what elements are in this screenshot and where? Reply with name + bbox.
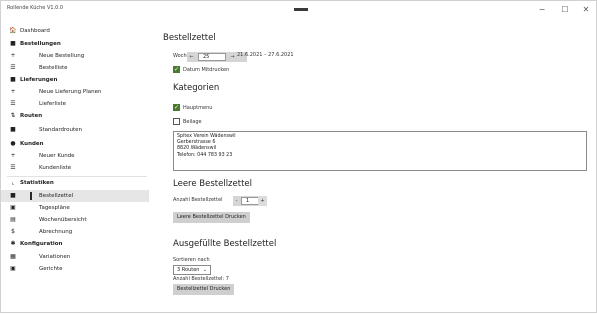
empty-decrement-button[interactable]: - — [233, 196, 240, 206]
sidebar-item-dashboard[interactable]: 🏠 Dashboard — [1, 25, 149, 37]
sidebar-group-routen[interactable]: ⇅ Routen — [1, 110, 149, 122]
sidebar-item-label: Neuer Kunde — [39, 153, 75, 159]
sidebar-item-label: Neue Bestellung — [39, 53, 85, 59]
folder-icon: ■ — [10, 40, 16, 47]
sidebar-item-label: Abrechnung — [39, 229, 73, 235]
hauptmenu-checkbox[interactable]: ✓ — [173, 104, 180, 111]
sidebar-item-bestelliste[interactable]: ☰ Bestelliste — [1, 62, 149, 74]
list-icon: ☰ — [10, 164, 16, 171]
plus-icon: + — [10, 152, 16, 159]
filled-count-label: Anzahl Bestellzettel: 7 — [173, 276, 229, 282]
datum-checkbox[interactable]: ✓ — [173, 66, 180, 73]
plus-icon: + — [10, 52, 16, 59]
sidebar-item-abrechnung[interactable]: $ Abrechnung — [1, 226, 149, 238]
route-icon: ⇅ — [10, 112, 16, 119]
document-icon: ■ — [10, 192, 16, 199]
datum-label: Datum Mitdrucken — [183, 67, 230, 73]
empty-print-button[interactable]: Leere Bestellzettel Drucken — [173, 212, 250, 223]
list-icon: ☰ — [10, 100, 16, 107]
sidebar-item-label: Standardrouten — [39, 127, 83, 133]
address-line: Telefon: 044 783 93 23 — [177, 152, 233, 158]
sidebar-nav: 🏠 Dashboard ■ Bestellungen + Neue Bestel… — [1, 13, 149, 312]
sidebar-item-lieferliste[interactable]: ☰ Lieferliste — [1, 98, 149, 110]
filled-print-button[interactable]: Bestellzettel Drucken — [173, 284, 235, 295]
empty-increment-wrap: + — [258, 196, 267, 206]
address-textarea[interactable]: Spitex Verein Wädenswil Gerberstrasse 6 … — [173, 131, 587, 171]
sidebar-item-label: Wochenübersicht — [39, 217, 87, 223]
plus-icon: + — [10, 88, 16, 95]
sidebar-item-neuer-kunde[interactable]: + Neuer Kunde — [1, 150, 149, 162]
home-icon: 🏠 — [9, 27, 17, 34]
week-increment-button[interactable]: → — [228, 52, 237, 62]
sidebar-item-gerichte[interactable]: ▣ Gerichte — [1, 263, 149, 275]
empty-increment-button[interactable]: + — [258, 196, 267, 206]
sidebar-group-bestellungen[interactable]: ■ Bestellungen — [1, 38, 149, 50]
sidebar-item-bestellzettel[interactable]: ■ Bestellzettel — [1, 190, 149, 202]
sidebar-item-label: Kundenliste — [39, 165, 72, 171]
sidebar-item-label: Kunden — [20, 141, 44, 147]
sidebar-group-statistiken[interactable]: ⌞ Statistiken — [1, 177, 149, 189]
grid-icon: ▦ — [10, 253, 16, 260]
sidebar-item-neue-bestellung[interactable]: + Neue Bestellung — [1, 50, 149, 62]
sidebar-item-label: Routen — [20, 113, 43, 119]
sidebar-item-label: Lieferliste — [39, 101, 67, 107]
week-decrement-button[interactable]: ← — [187, 52, 196, 62]
sidebar-item-label: Lieferungen — [20, 77, 58, 83]
categories-heading: Kategorien — [173, 83, 220, 93]
sidebar-item-label: Tagespläne — [39, 205, 70, 211]
app-window: Rollende Küche V1.0.0 − ☐ ✕ 🏠 Dashboard … — [0, 0, 597, 313]
chevron-down-icon: ⌄ — [202, 267, 207, 273]
main-content: Bestellzettel Woche ← 25 → 21.6.2021 – 2… — [157, 1, 596, 314]
calendar-icon: ▤ — [10, 216, 16, 223]
sidebar-item-label: Bestellungen — [20, 41, 61, 47]
truck-icon: ■ — [10, 76, 16, 83]
sidebar-item-label: Statistiken — [20, 180, 54, 186]
sidebar-item-label: Variationen — [39, 254, 71, 260]
page-title: Bestellzettel — [163, 33, 216, 43]
beilage-label: Beilage — [183, 119, 202, 125]
list-icon: ☰ — [10, 64, 16, 71]
sidebar-item-wochenuebersicht[interactable]: ▤ Wochenübersicht — [1, 214, 149, 226]
selection-indicator — [30, 192, 32, 200]
chart-icon: ⌞ — [11, 179, 15, 186]
dish-icon: ▣ — [10, 265, 16, 272]
person-icon: ● — [10, 140, 16, 147]
sort-label: Sortieren nach — [173, 257, 210, 263]
sort-select-value: 3 Routen — [177, 267, 200, 273]
hauptmenu-label: Hauptmenu — [183, 105, 213, 111]
gear-icon: ✱ — [10, 240, 16, 247]
app-title: Rollende Küche V1.0.0 — [7, 5, 64, 11]
empty-count-label: Anzahl Bestellzettel — [173, 197, 223, 203]
week-input[interactable]: 25 — [198, 53, 226, 61]
sidebar-item-standardrouten[interactable]: ■ Standardrouten — [1, 124, 149, 136]
sidebar-item-tagesplaene[interactable]: ▣ Tagespläne — [1, 202, 149, 214]
sidebar-item-kundenliste[interactable]: ☰ Kundenliste — [1, 162, 149, 174]
sidebar-item-label: Bestellzettel — [39, 193, 74, 199]
sidebar-item-label: Neue Lieferung Planen — [39, 89, 102, 95]
beilage-checkbox[interactable] — [173, 118, 180, 125]
sidebar-group-konfiguration[interactable]: ✱ Konfiguration — [1, 238, 149, 250]
sidebar-group-lieferungen[interactable]: ■ Lieferungen — [1, 74, 149, 86]
document-icon: ■ — [10, 126, 16, 133]
sidebar-item-label: Gerichte — [39, 266, 63, 272]
sidebar-item-label: Konfiguration — [20, 241, 63, 247]
sidebar-item-label: Dashboard — [20, 28, 50, 34]
sidebar-item-variationen[interactable]: ▦ Variationen — [1, 251, 149, 263]
calendar-icon: ▣ — [10, 204, 16, 211]
dollar-icon: $ — [11, 228, 15, 235]
sidebar-item-neue-lieferung[interactable]: + Neue Lieferung Planen — [1, 86, 149, 98]
empty-section-heading: Leere Bestellzettel — [173, 179, 253, 189]
week-date-range: 21.6.2021 – 27.6.2021 — [237, 52, 294, 58]
sort-select[interactable]: 3 Routen ⌄ — [173, 265, 211, 275]
sidebar-group-kunden[interactable]: ● Kunden — [1, 138, 149, 150]
sidebar-item-label: Bestelliste — [39, 65, 68, 71]
filled-section-heading: Ausgefüllte Bestellzettel — [173, 239, 277, 249]
